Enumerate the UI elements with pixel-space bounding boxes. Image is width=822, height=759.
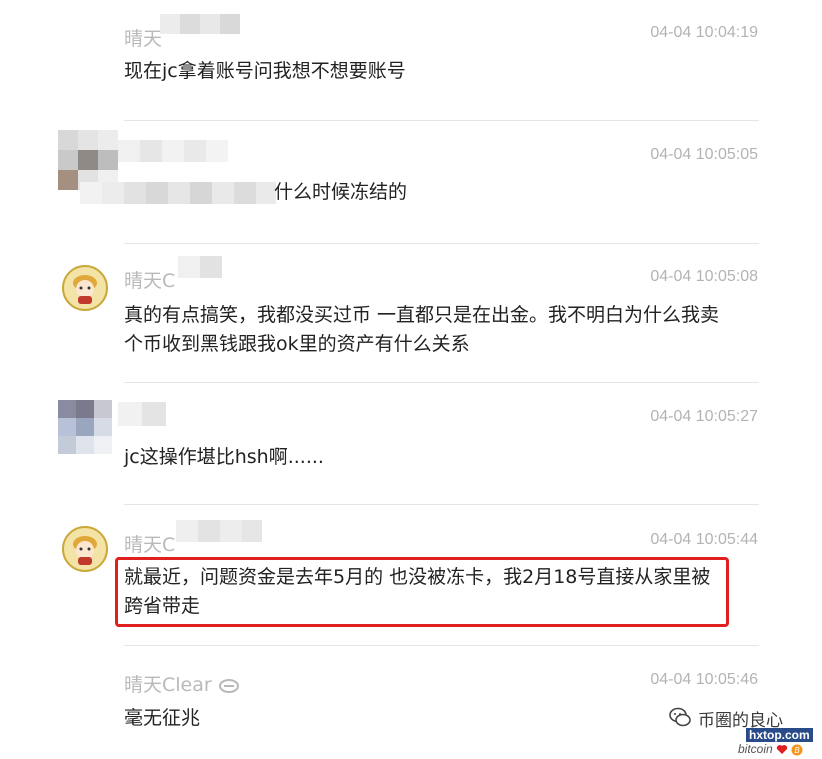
message-time: 04-04 10:05:44 — [650, 531, 758, 548]
watermark-sub: bitcoin B — [738, 742, 803, 756]
sender-name: 晴天 — [124, 28, 163, 50]
message-time: 04-04 10:04:19 — [650, 24, 758, 41]
sender-name: 晴天C — [124, 270, 176, 292]
divider — [124, 120, 759, 121]
sender-name: 晴天C — [124, 534, 176, 556]
avatar-blurred — [58, 130, 118, 190]
svg-text:B: B — [795, 746, 801, 755]
message-text: 真的有点搞笑，我都没买过币 一直都只是在出金。我不明白为什么我卖个币收到黑钱跟我… — [124, 304, 720, 355]
message-time: 04-04 10:05:05 — [650, 146, 758, 163]
avatar[interactable] — [62, 265, 108, 311]
message-text: 现在jc拿着账号问我想不想要账号 — [124, 60, 406, 82]
heart-icon — [776, 745, 788, 755]
bitcoin-icon: B — [791, 744, 803, 756]
divider — [124, 382, 759, 383]
avatar-cartoon-icon — [62, 526, 108, 572]
text-redaction — [80, 182, 276, 204]
avatar-blurred — [58, 400, 112, 454]
highlight-box — [115, 557, 729, 627]
message-time: 04-04 10:05:08 — [650, 268, 758, 285]
name-redaction — [118, 402, 166, 426]
name-redaction — [118, 140, 228, 162]
avatar[interactable] — [62, 526, 108, 572]
divider — [124, 504, 759, 505]
name-redaction — [176, 520, 262, 542]
watermark-site: hxtop.com — [746, 728, 813, 742]
name-redaction — [178, 256, 222, 278]
message-text: 什么时候冻结的 — [274, 181, 408, 203]
message-time: 04-04 10:05:27 — [650, 408, 758, 425]
wechat-icon — [669, 707, 691, 727]
divider — [124, 243, 759, 244]
watermark: 币圈的良心 hxtop.com bitcoin B — [668, 704, 818, 759]
divider — [124, 645, 759, 646]
avatar-cartoon-icon — [62, 265, 108, 311]
name-redaction — [160, 14, 240, 34]
message-text: 毫无征兆 — [124, 707, 201, 729]
sender-name: 晴天Clear — [124, 670, 240, 697]
mirror-link-icon — [218, 678, 239, 693]
message-text: jc这操作堪比hsh啊...... — [124, 446, 324, 468]
message-time: 04-04 10:05:46 — [650, 671, 758, 688]
